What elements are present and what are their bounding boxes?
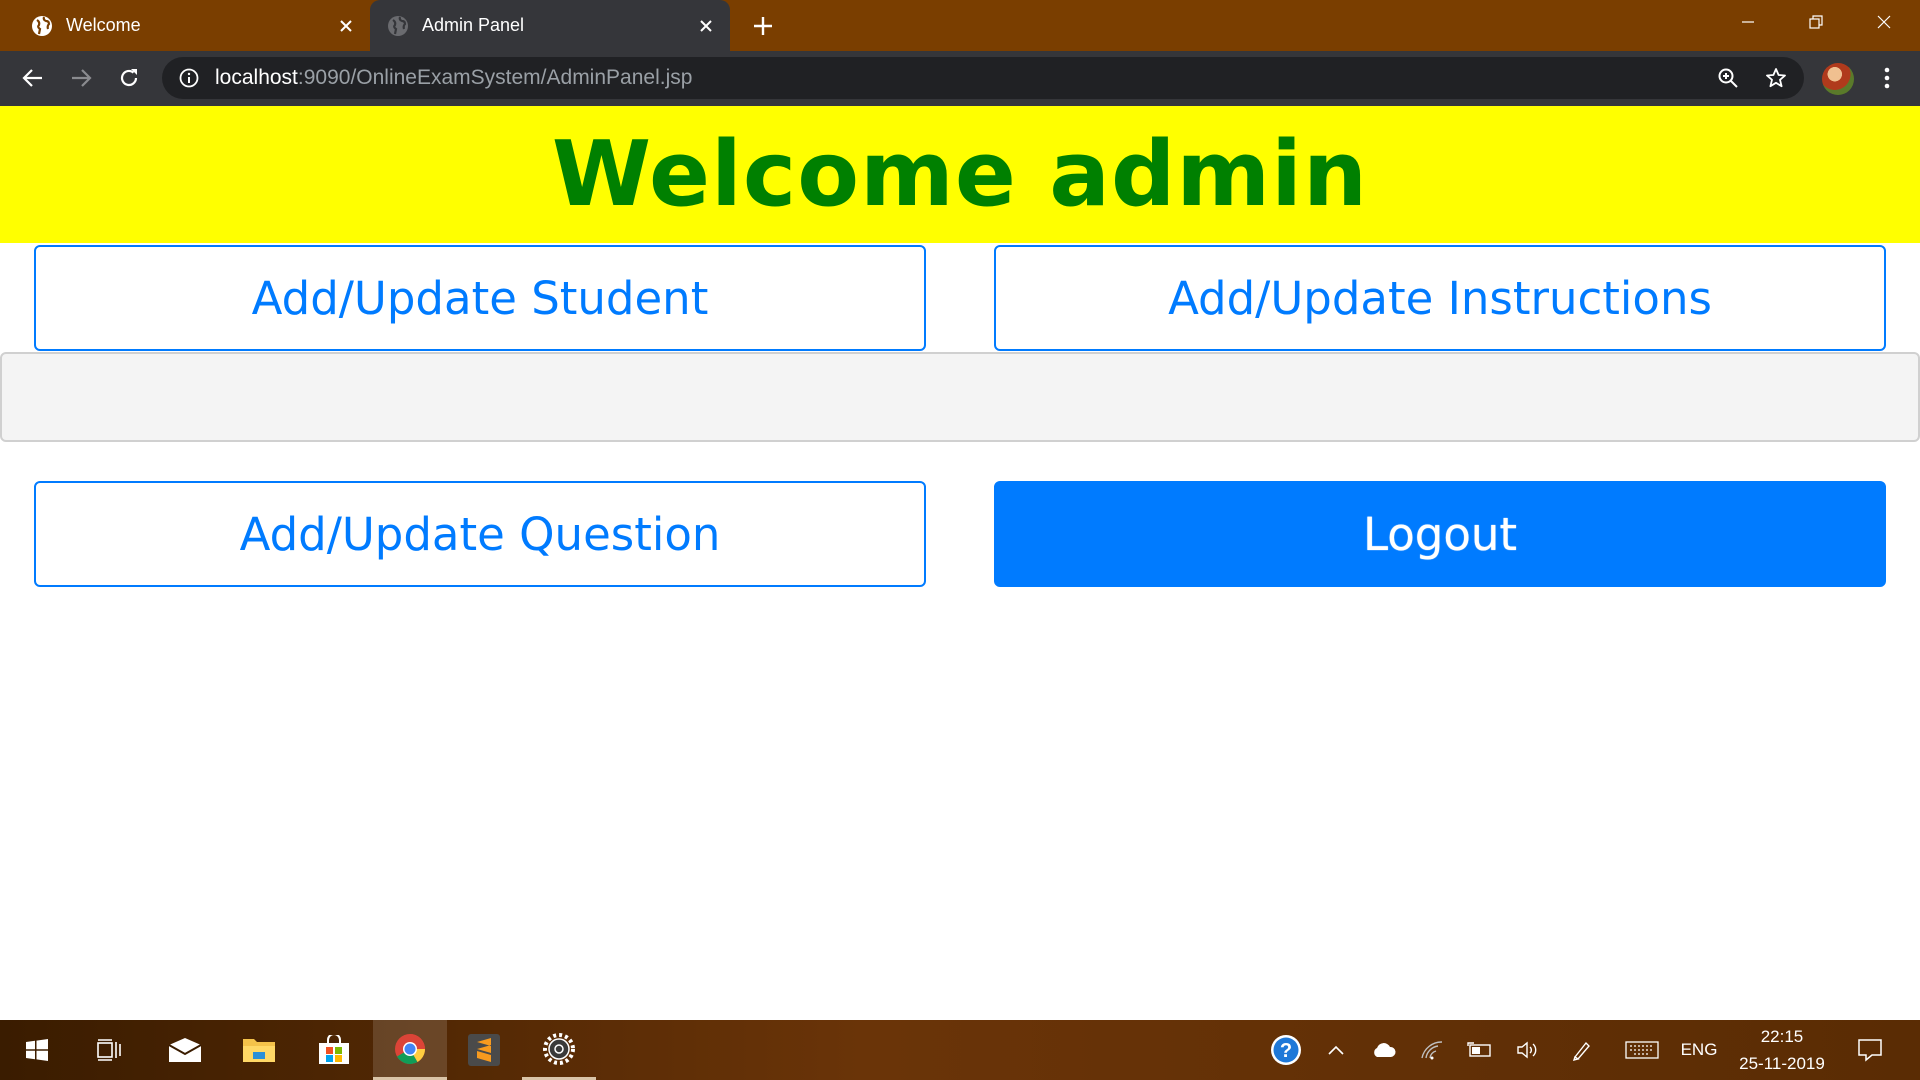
- info-icon[interactable]: [178, 67, 200, 89]
- browser-toolbar: localhost:9090/OnlineExamSystem/AdminPan…: [0, 51, 1920, 106]
- chevron-up-icon[interactable]: [1320, 1020, 1352, 1080]
- kebab-menu-icon[interactable]: [1870, 59, 1904, 97]
- plus-icon[interactable]: [748, 12, 778, 40]
- add-update-question-button[interactable]: Add/Update Question: [34, 481, 926, 587]
- clock-time: 22:15: [1760, 1027, 1804, 1046]
- mail-icon[interactable]: [148, 1020, 222, 1080]
- keyboard-icon[interactable]: [1622, 1020, 1662, 1080]
- tab-title: Welcome: [66, 15, 141, 35]
- globe-icon: [387, 15, 409, 37]
- help-icon[interactable]: ?: [1266, 1020, 1306, 1080]
- svg-text:?: ?: [1280, 1040, 1292, 1062]
- notification-icon[interactable]: [1850, 1020, 1890, 1080]
- clock-date: 25-11-2019: [1739, 1054, 1825, 1073]
- close-icon[interactable]: [334, 14, 358, 38]
- language-indicator[interactable]: ENG: [1676, 1020, 1722, 1080]
- url-path: :9090/OnlineExamSystem/AdminPanel.jsp: [297, 66, 693, 89]
- tab-welcome[interactable]: Welcome: [0, 0, 370, 51]
- page-title: Welcome admin: [551, 122, 1369, 227]
- welcome-banner: Welcome admin: [0, 106, 1920, 243]
- language-label: ENG: [1680, 1040, 1718, 1059]
- tab-admin-panel[interactable]: Admin Panel: [370, 0, 730, 51]
- window-close-icon[interactable]: [1850, 0, 1918, 43]
- restore-icon[interactable]: [1782, 0, 1850, 43]
- pen-icon[interactable]: [1566, 1020, 1598, 1080]
- add-update-student-button[interactable]: Add/Update Student: [34, 245, 926, 351]
- volume-icon[interactable]: [1512, 1020, 1544, 1080]
- url-host: localhost: [215, 66, 298, 89]
- browser-tab-strip: Welcome Admin Panel: [0, 0, 1920, 51]
- star-icon[interactable]: [1757, 57, 1795, 99]
- task-view-icon[interactable]: [72, 1020, 146, 1080]
- forward-arrow-icon[interactable]: [62, 59, 100, 97]
- sublime-text-icon[interactable]: [447, 1020, 521, 1080]
- add-update-instructions-button[interactable]: Add/Update Instructions: [994, 245, 1886, 351]
- windows-start-icon[interactable]: [0, 1020, 74, 1080]
- address-bar[interactable]: localhost:9090/OnlineExamSystem/AdminPan…: [162, 57, 1804, 99]
- back-arrow-icon[interactable]: [14, 59, 52, 97]
- store-icon[interactable]: [297, 1020, 371, 1080]
- wifi-icon[interactable]: [1416, 1020, 1448, 1080]
- logout-button[interactable]: Logout: [994, 481, 1886, 587]
- clock[interactable]: 22:15 25-11-2019: [1724, 1020, 1840, 1080]
- chrome-icon[interactable]: [373, 1020, 447, 1080]
- url-text: localhost:9090/OnlineExamSystem/AdminPan…: [215, 66, 692, 90]
- windows-taskbar: ? ENG 22:15 25-11-2019: [0, 1020, 1920, 1080]
- admin-panel-page: Welcome admin Add/Update Student Add/Upd…: [0, 106, 1920, 1020]
- zoom-icon[interactable]: [1709, 57, 1747, 99]
- tab-title: Admin Panel: [422, 15, 525, 35]
- empty-panel: [0, 352, 1920, 442]
- close-icon[interactable]: [694, 14, 718, 38]
- settings-app-icon[interactable]: [522, 1020, 596, 1080]
- file-explorer-icon[interactable]: [222, 1020, 296, 1080]
- minimize-icon[interactable]: [1714, 0, 1782, 43]
- reload-icon[interactable]: [110, 59, 148, 97]
- onedrive-cloud-icon[interactable]: [1368, 1020, 1400, 1080]
- avatar[interactable]: [1822, 63, 1854, 95]
- globe-icon: [31, 15, 53, 37]
- battery-icon[interactable]: [1464, 1020, 1496, 1080]
